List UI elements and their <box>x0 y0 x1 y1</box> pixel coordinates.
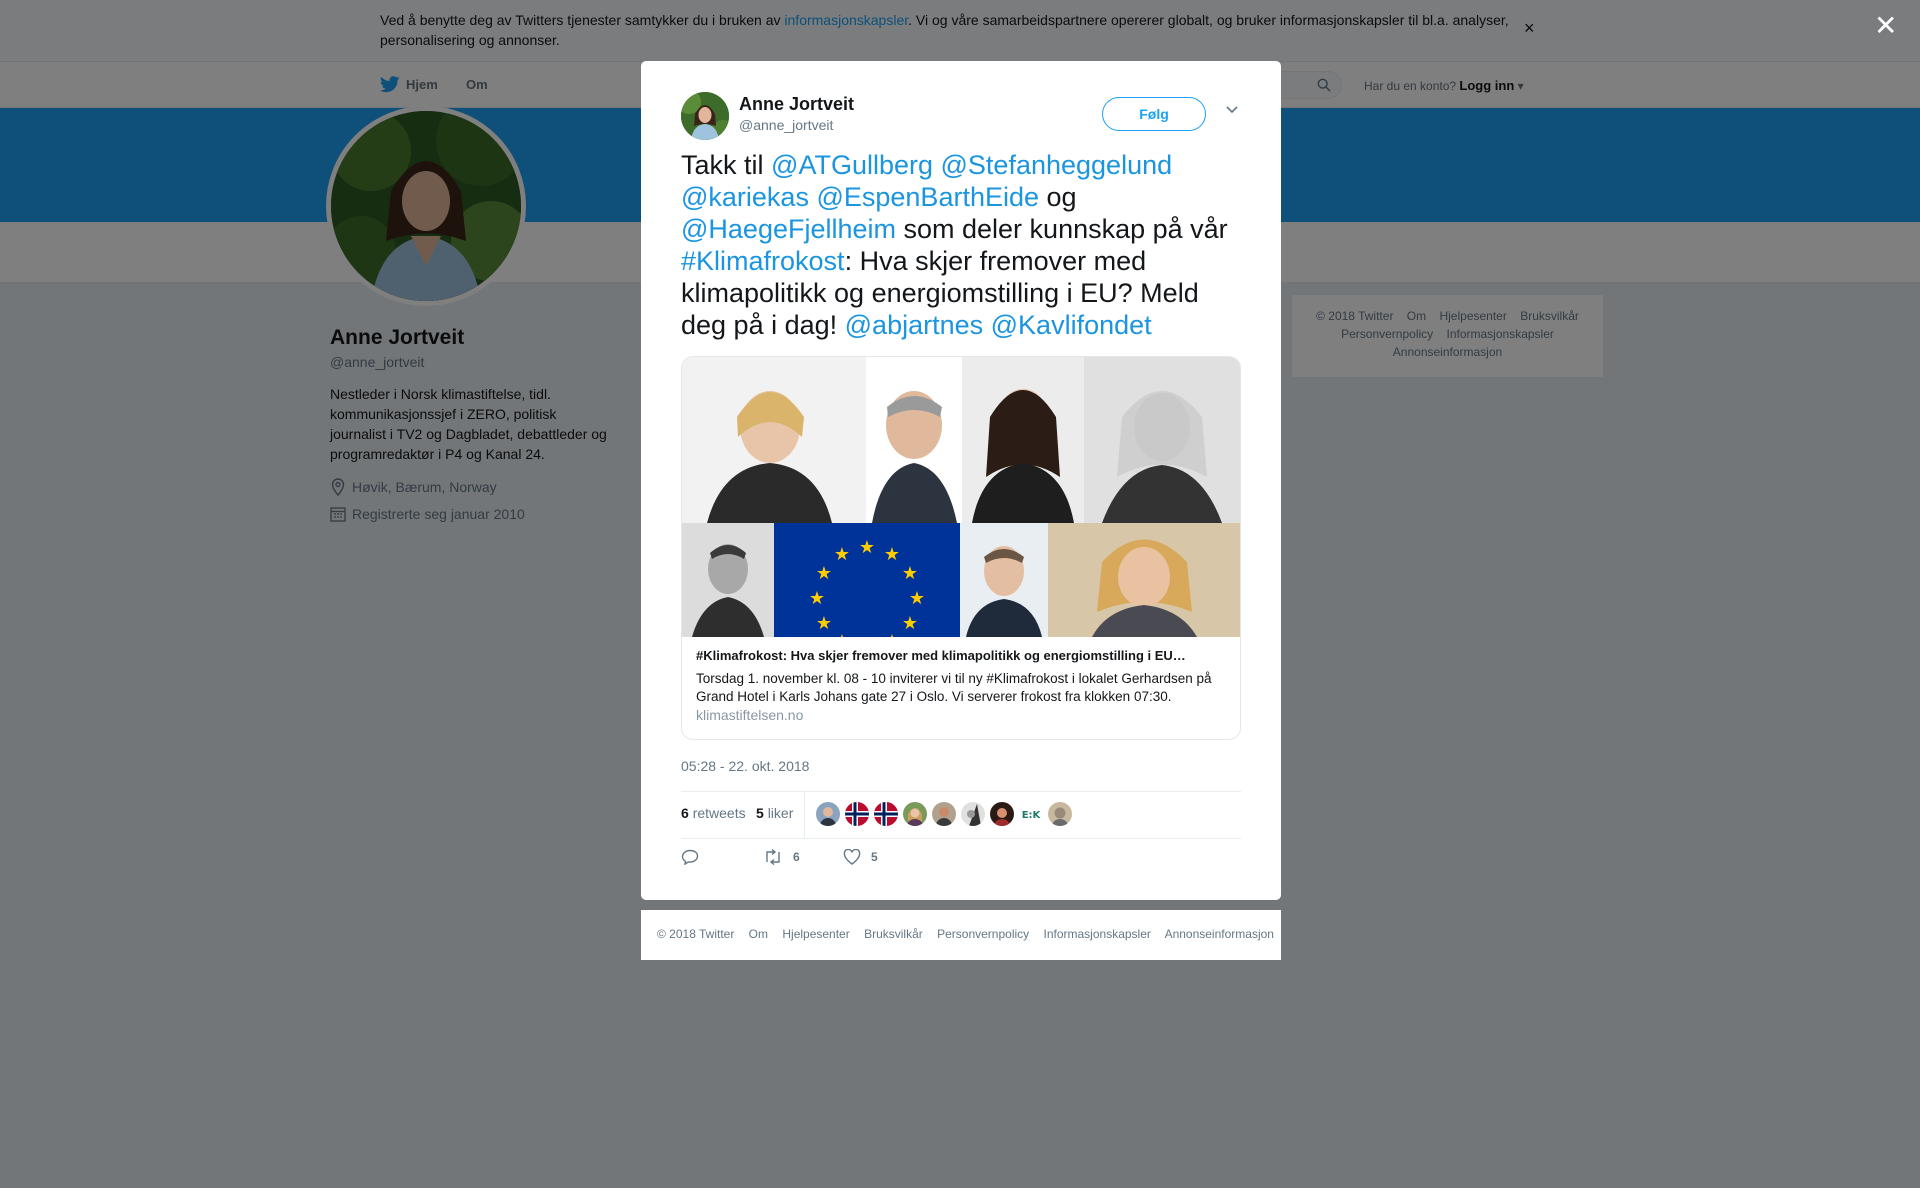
svg-text:E:K: E:K <box>1022 810 1042 821</box>
svg-text:★: ★ <box>816 613 832 634</box>
tweet-text-segment: og <box>1039 182 1077 212</box>
author-name[interactable]: Anne Jortveit <box>739 94 854 115</box>
link-card[interactable]: ★★★ ★★★ ★★★ ★★★ #Klimafrokost: Hva skjer… <box>681 356 1241 740</box>
mention-link[interactable]: @HaegeFjellheim <box>681 214 896 244</box>
mention-link[interactable]: @Stefanheggelund <box>941 150 1173 180</box>
modal-footer: © 2018 Twitter Om Hjelpesenter Bruksvilk… <box>641 910 1281 960</box>
tweet-text-segment: som deler kunnskap på vår <box>896 214 1228 244</box>
card-domain: klimastiftelsen.no <box>696 707 804 723</box>
liker-avatar[interactable] <box>903 802 927 826</box>
liker-avatar[interactable] <box>932 802 956 826</box>
author-handle[interactable]: @anne_jortveit <box>739 117 833 133</box>
tweet-text: Takk til @ATGullberg @Stefanheggelund @k… <box>681 149 1251 341</box>
footer-about[interactable]: Om <box>749 927 768 941</box>
retweets-stat[interactable]: 6 retweets <box>681 805 746 821</box>
author-photo <box>681 92 729 140</box>
tweet-text-segment <box>983 310 991 340</box>
footer-help[interactable]: Hjelpesenter <box>782 927 849 941</box>
tweet-timestamp[interactable]: 05:28 - 22. okt. 2018 <box>681 758 809 774</box>
footer-ads-info[interactable]: Annonseinformasjon <box>1165 927 1274 941</box>
footer-terms[interactable]: Bruksvilkår <box>864 927 923 941</box>
liker-avatar[interactable] <box>816 802 840 826</box>
liker-avatar-logo[interactable]: E:K <box>1019 802 1043 826</box>
retweet-count: 6 <box>793 850 800 864</box>
liker-avatar-flag[interactable] <box>874 802 898 826</box>
tweet-actions: 6 5 <box>681 849 981 873</box>
mention-link[interactable]: @Kavlifondet <box>991 310 1152 340</box>
tweet-stats: 6 retweets 5 liker E:K <box>681 791 1241 839</box>
liker-avatars: E:K <box>816 802 1072 826</box>
liker-avatar[interactable] <box>1048 802 1072 826</box>
tweet-text-segment <box>933 150 941 180</box>
footer-cookies[interactable]: Informasjonskapsler <box>1044 927 1151 941</box>
hashtag-link[interactable]: #Klimafrokost <box>681 246 845 276</box>
tweet-text-segment: Takk til <box>681 150 772 180</box>
mention-link[interactable]: @ATGullberg <box>771 150 933 180</box>
svg-text:★: ★ <box>884 544 900 565</box>
liker-avatar[interactable] <box>961 802 985 826</box>
svg-text:★: ★ <box>834 544 850 565</box>
svg-text:★: ★ <box>884 631 900 637</box>
card-image: ★★★ ★★★ ★★★ ★★★ <box>682 357 1240 637</box>
mention-link[interactable]: @kariekas <box>681 182 809 212</box>
retweet-icon <box>766 849 780 865</box>
heart-icon <box>843 849 861 865</box>
svg-text:★: ★ <box>859 537 875 558</box>
svg-text:★: ★ <box>909 588 925 609</box>
card-title[interactable]: #Klimafrokost: Hva skjer fremover med kl… <box>696 648 1228 663</box>
close-icon[interactable]: ✕ <box>1874 12 1897 40</box>
reply-button[interactable] <box>681 849 699 865</box>
like-button[interactable]: 5 <box>843 849 878 865</box>
retweet-button[interactable]: 6 <box>763 849 800 865</box>
footer-privacy[interactable]: Personvernpolicy <box>937 927 1029 941</box>
chevron-down-icon[interactable] <box>1225 105 1239 115</box>
svg-text:★: ★ <box>902 613 918 634</box>
svg-text:★: ★ <box>809 588 825 609</box>
mention-link[interactable]: @abjartnes <box>845 310 983 340</box>
mention-link[interactable]: @EspenBarthEide <box>816 182 1039 212</box>
stats-divider <box>804 792 805 838</box>
footer-copyright: © 2018 Twitter <box>657 927 735 941</box>
like-count: 5 <box>871 850 878 864</box>
card-description: Torsdag 1. november kl. 08 - 10 invitere… <box>696 671 1212 704</box>
svg-text:★: ★ <box>902 563 918 584</box>
tweet-modal: Anne Jortveit @anne_jortveit Følg Takk t… <box>641 61 1281 900</box>
liker-avatar-flag[interactable] <box>845 802 869 826</box>
reply-icon <box>681 849 699 865</box>
likes-stat[interactable]: 5 liker <box>756 805 793 821</box>
follow-button[interactable]: Følg <box>1102 97 1206 131</box>
liker-avatar[interactable] <box>990 802 1014 826</box>
author-avatar[interactable] <box>681 92 729 140</box>
svg-text:★: ★ <box>834 631 850 637</box>
svg-text:★: ★ <box>816 563 832 584</box>
